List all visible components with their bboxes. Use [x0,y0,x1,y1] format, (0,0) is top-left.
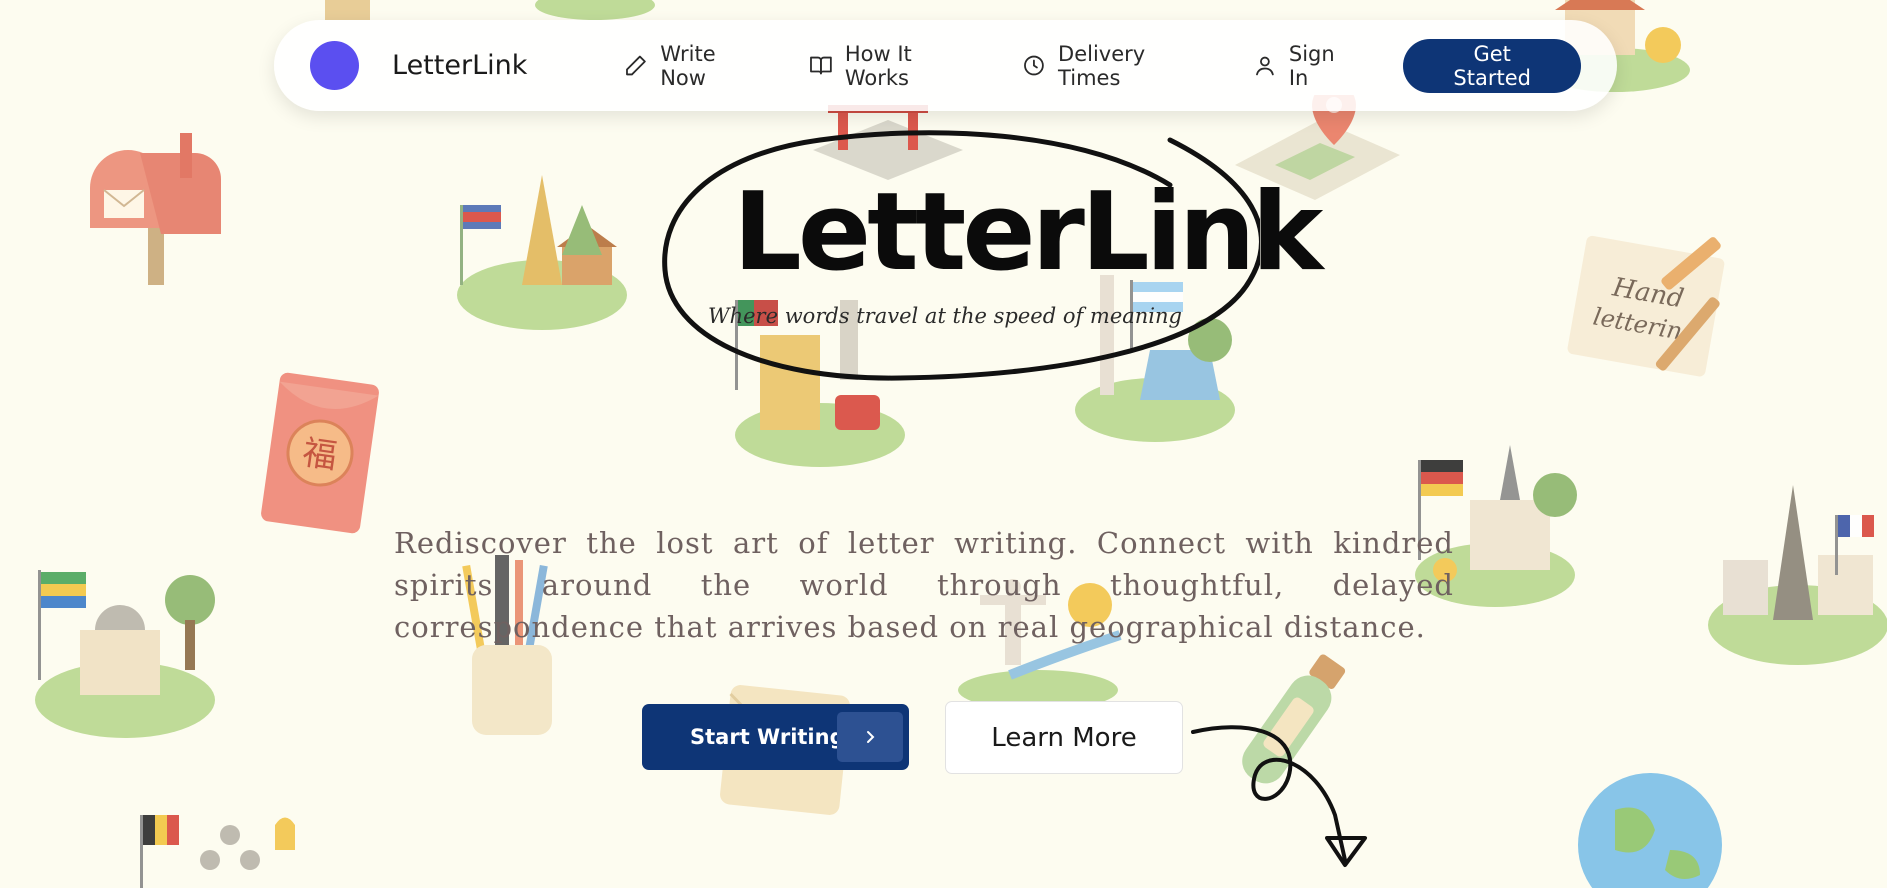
book-icon [810,56,832,75]
temple-island-icon [457,175,627,330]
nav-link-label: Sign In [1288,41,1335,90]
capitol-island-icon [35,570,215,738]
start-writing-label: Start Writing [690,725,845,749]
globe-icon [1578,773,1722,888]
island-partial-icon [535,0,655,20]
decoration-stamp-text: 福 [300,433,339,477]
learn-more-button[interactable]: Learn More [945,701,1183,774]
get-started-button[interactable]: Get Started [1403,38,1581,93]
nav-link-label: Write Now [660,41,716,90]
brand-name[interactable]: LetterLink [392,50,527,81]
clock-icon [1024,55,1044,76]
hand-lettering-card-icon: Hand letterin [1567,235,1725,377]
start-writing-button[interactable]: Start Writing [642,704,909,770]
nav-links: Write Now How It Works Delivery Times Si… [624,42,1403,90]
belgium-island-icon [140,815,295,888]
chevron-right-icon [837,712,903,762]
svg-text:Hand: Hand [1609,272,1686,314]
logo-icon[interactable] [310,41,359,90]
nav-link-write-now[interactable]: Write Now [624,42,763,90]
nav-link-label: How It Works [844,41,912,90]
nav-link-delivery-times[interactable]: Delivery Times [1022,42,1207,90]
nav-link-sign-in[interactable]: Sign In [1253,42,1357,90]
top-navigation-bar: LetterLink Write Now How It Works Delive… [274,20,1617,111]
hero-title: LetterLink [733,170,1323,295]
hero-tagline: Where words travel at the speed of meani… [708,304,1182,328]
svg-text:letterin: letterin [1591,302,1684,345]
nav-link-label: Delivery Times [1058,41,1146,90]
hero-intro-text: Rediscover the lost art of letter writin… [394,526,1454,644]
nav-link-how-it-works[interactable]: How It Works [809,42,976,90]
red-envelope-icon: 福 [261,372,379,534]
france-island-icon [1708,485,1887,665]
mailbox-icon [90,133,221,285]
user-icon [1256,56,1274,76]
pencil-icon [626,55,647,76]
curly-arrow-icon [1191,725,1367,867]
